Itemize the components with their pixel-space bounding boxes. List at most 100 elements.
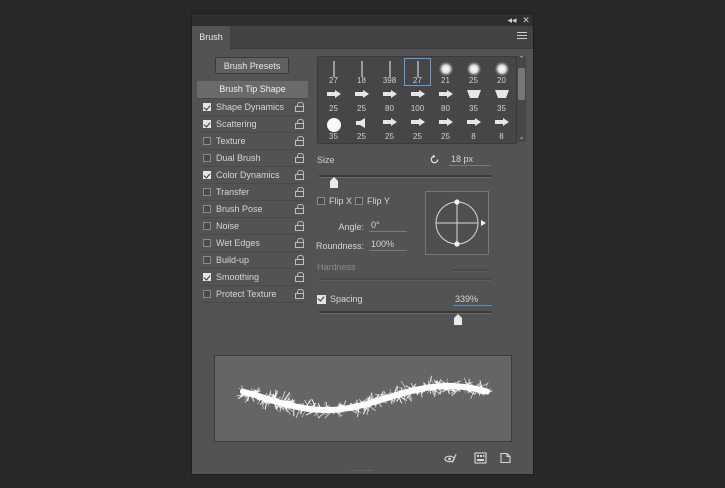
option-scattering[interactable]: Scattering [197,116,308,133]
brush-tip-arrow[interactable]: 100 [404,86,431,114]
spacing-slider-thumb[interactable] [454,314,463,325]
scattering-checkbox[interactable] [203,120,211,128]
new-brush-icon[interactable] [499,452,512,464]
option-dual-brush[interactable]: Dual Brush [197,150,308,167]
brush-tip-arrow[interactable]: 25 [320,86,347,114]
tip-size-label: 25 [441,132,450,141]
option-brush-tip-shape[interactable]: Brush Tip Shape [197,81,308,99]
option-wet-edges[interactable]: Wet Edges [197,235,308,252]
brush-tip-line[interactable]: 27 [320,58,347,86]
texture-checkbox[interactable] [203,137,211,145]
tip-size-label: 20 [497,76,506,85]
lock-icon[interactable] [295,102,304,112]
option-texture[interactable]: Texture [197,133,308,150]
transfer-checkbox[interactable] [203,188,211,196]
option-transfer[interactable]: Transfer [197,184,308,201]
panel-menu-icon[interactable] [517,32,527,41]
tip-size-label: 35 [469,104,478,113]
brush-tip-line[interactable]: 27 [404,58,431,86]
lock-icon[interactable] [295,136,304,146]
brush-presets-button[interactable]: Brush Presets [215,57,289,74]
size-slider-track[interactable] [319,175,491,178]
brush-tip-line[interactable]: 18 [348,58,375,86]
brush-tip-grid: 27 18 398 27 21 25 20 25 25 80 100 80 35 35 35 25 25 25 25… [317,56,517,144]
brush-tip-speaker[interactable]: 25 [348,114,375,142]
option-smoothing[interactable]: Smoothing [197,269,308,286]
noise-checkbox[interactable] [203,222,211,230]
block-tip-icon [466,89,482,101]
brush-tip-arrow[interactable]: 25 [432,114,459,142]
tip-size-label: 8 [499,132,504,141]
smoothing-checkbox[interactable] [203,273,211,281]
lock-icon[interactable] [295,255,304,265]
brush-tip-soft[interactable]: 21 [432,58,459,86]
brush-tip-arrow[interactable]: 8 [488,114,515,142]
build-up-checkbox[interactable] [203,256,211,264]
panel-resize-grip[interactable] [350,469,374,472]
tip-size-label: 21 [441,76,450,85]
brush-pose-checkbox[interactable] [203,205,211,213]
wet-edges-checkbox[interactable] [203,239,211,247]
panel-topbar: ◂◂ ✕ [192,14,533,26]
brush-tip-line[interactable]: 398 [376,58,403,86]
reset-size-icon[interactable] [429,154,440,165]
spacing-field[interactable]: 339% [453,293,492,306]
brush-tip-hard[interactable]: 35 [320,114,347,142]
hardness-field [452,269,490,272]
tip-size-label: 18 [357,76,366,85]
option-brush-pose[interactable]: Brush Pose [197,201,308,218]
tab-brush[interactable]: Brush [192,26,230,49]
lock-icon[interactable] [295,187,304,197]
color-dynamics-checkbox[interactable] [203,171,211,179]
flip-y-label: Flip Y [367,196,390,206]
brush-tip-arrow[interactable]: 80 [376,86,403,114]
arrow-tip-icon [354,89,370,101]
protect-texture-checkbox[interactable] [203,290,211,298]
option-protect-texture[interactable]: Protect Texture [197,286,308,303]
tip-size-label: 100 [410,104,425,113]
lock-icon[interactable] [295,272,304,282]
spacing-slider-track[interactable] [319,311,491,314]
option-noise[interactable]: Noise [197,218,308,235]
size-field[interactable]: 18 px [449,153,491,166]
brush-tip-block[interactable]: 35 [460,86,487,114]
arrow-tip-icon [410,89,426,101]
scroll-thumb[interactable] [518,68,525,100]
option-color-dynamics[interactable]: Color Dynamics [197,167,308,184]
scroll-up-icon[interactable]: ⌃ [517,56,526,64]
shape-dynamics-checkbox[interactable] [203,103,211,111]
lock-icon[interactable] [295,153,304,163]
lock-icon[interactable] [295,119,304,129]
lock-icon[interactable] [295,170,304,180]
brush-tip-soft[interactable]: 20 [488,58,515,86]
size-slider-thumb[interactable] [330,177,339,188]
brush-angle-widget[interactable] [425,191,489,255]
option-build-up[interactable]: Build-up [197,252,308,269]
scroll-down-icon[interactable]: ⌄ [517,134,526,142]
lock-icon[interactable] [295,289,304,299]
angle-field[interactable]: 0° [369,219,407,232]
lock-icon[interactable] [295,204,304,214]
brush-panel: ◂◂ ✕ Brush Brush Presets Brush Tip Shape… [191,13,534,475]
color-dynamics-label: Color Dynamics [216,170,280,180]
brush-grid-icon[interactable] [474,452,487,464]
brush-tip-arrow[interactable]: 8 [460,114,487,142]
lock-icon[interactable] [295,238,304,248]
brush-tip-arrow[interactable]: 25 [404,114,431,142]
dual-brush-checkbox[interactable] [203,154,211,162]
tip-size-label: 398 [382,76,397,85]
lock-icon[interactable] [295,221,304,231]
spacing-checkbox[interactable] [317,295,326,304]
toggle-live-tip-preview-icon[interactable] [444,452,457,464]
grid-scrollbar[interactable]: ⌃ ⌄ [517,56,526,142]
roundness-field[interactable]: 100% [369,238,407,251]
brush-tip-block[interactable]: 35 [488,86,515,114]
brush-tip-soft[interactable]: 25 [460,58,487,86]
brush-tip-arrow[interactable]: 80 [432,86,459,114]
collapse-icon[interactable]: ◂◂ [505,14,519,26]
option-shape-dynamics[interactable]: Shape Dynamics [197,99,308,116]
brush-tip-arrow[interactable]: 25 [348,86,375,114]
close-icon[interactable]: ✕ [519,14,533,26]
brush-tip-arrow[interactable]: 25 [376,114,403,142]
arrow-tip-icon [326,89,342,101]
